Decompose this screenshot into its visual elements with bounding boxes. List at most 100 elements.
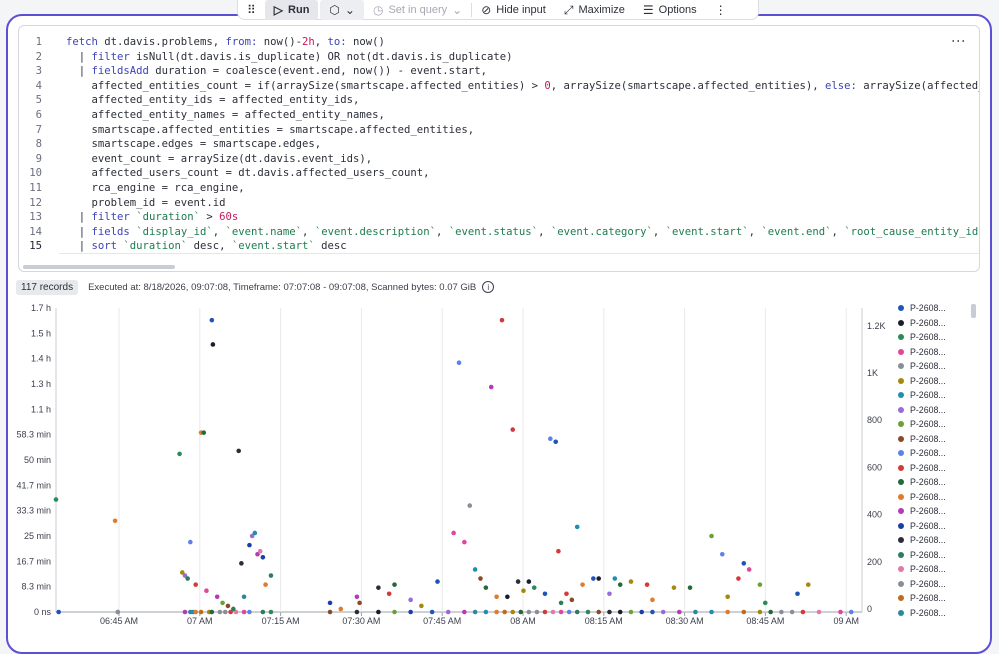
code-line[interactable]: 4 affected_entities_count = if(arraySize… (19, 79, 979, 94)
baseline-point (566, 609, 572, 615)
hide-input-label: Hide input (496, 3, 546, 16)
baseline-point (327, 609, 333, 615)
legend-item[interactable]: P-2608... (898, 490, 958, 505)
query-editor[interactable]: 1 fetch dt.davis.problems, from: now()-2h… (18, 25, 980, 272)
legend-item[interactable]: P-2608... (898, 446, 958, 461)
set-in-query-button[interactable]: ◷ Set in query ⌄ (364, 0, 471, 20)
legend-item[interactable]: P-2608... (898, 577, 958, 592)
code-line[interactable]: 12 problem_id = event.id (19, 196, 979, 211)
y-right-tick-label: 200 (867, 557, 882, 567)
legend-item[interactable]: P-2608... (898, 301, 958, 316)
data-point (241, 594, 247, 600)
legend-scrollbar[interactable] (971, 304, 976, 318)
legend-item[interactable]: P-2608... (898, 403, 958, 418)
baseline-point (741, 609, 747, 615)
code-line[interactable]: 5 affected_entity_ids = affected_entity_… (19, 93, 979, 108)
data-point (201, 430, 207, 435)
legend-swatch (898, 435, 904, 442)
code-token: 2h (302, 36, 315, 48)
run-button[interactable]: ▷ Run (264, 0, 319, 20)
legend-swatch (898, 377, 904, 384)
data-point (478, 576, 483, 581)
code-line[interactable]: 13 | filter `duration` > 60s (19, 210, 979, 225)
data-source-dropdown[interactable]: ⬡ ⌄ (320, 0, 364, 20)
drag-handle[interactable]: ⠿ (238, 0, 265, 20)
legend-item[interactable]: P-2608... (898, 330, 958, 345)
hide-input-button[interactable]: ⊘ Hide input (472, 0, 555, 20)
code-line[interactable]: 3 | fieldsAdd duration = coalesce(event.… (19, 64, 979, 79)
code-line[interactable]: 1 fetch dt.davis.problems, from: now()-2h… (19, 35, 979, 50)
legend-item[interactable]: P-2608... (898, 432, 958, 447)
data-point (268, 573, 274, 578)
line-number: 2 (35, 50, 42, 63)
horizontal-scrollbar[interactable] (23, 265, 175, 269)
legend-item[interactable]: P-2608... (898, 388, 958, 403)
code-line[interactable]: 10 affected_users_count = dt.davis.affec… (19, 166, 979, 181)
code-token: `event.description` (314, 225, 436, 238)
editor-more-icon[interactable]: ⋮ (951, 34, 967, 47)
code-lines: 1 fetch dt.davis.problems, from: now()-2h… (19, 35, 979, 254)
legend-item[interactable]: P-2608... (898, 461, 958, 476)
line-number: 8 (35, 138, 42, 151)
baseline-point (534, 609, 540, 615)
legend-item[interactable]: P-2608... (898, 562, 958, 577)
line-number: 10 (29, 167, 42, 180)
legend-item[interactable]: P-2608... (898, 359, 958, 374)
code-line[interactable]: 14 | fields `display_id`, `event.name`, … (19, 225, 979, 240)
code-line[interactable]: 9 event_count = arraySize(dt.davis.event… (19, 152, 979, 167)
legend-item[interactable]: P-2608... (898, 374, 958, 389)
baseline-point (596, 609, 602, 615)
code-token: `duration` (123, 240, 188, 253)
line-number: 15 (29, 240, 42, 253)
chevron-down-icon: ⌄ (344, 2, 355, 17)
legend-item[interactable]: P-2608... (898, 345, 958, 360)
line-number: 9 (35, 152, 42, 165)
code-token: to: (327, 36, 347, 48)
code-token: fieldsAdd (91, 65, 149, 78)
scatter-chart[interactable]: 0 ns 8.3 min 16.7 min 25 min 33.3 min 41.7 mi… (0, 300, 980, 636)
more-menu-button[interactable]: ⋮ (706, 0, 736, 20)
legend-item[interactable]: P-2608... (898, 475, 958, 490)
data-point (521, 588, 526, 594)
x-tick-label: 07:45 AM (423, 616, 461, 626)
baseline-point (56, 609, 61, 615)
data-point (357, 600, 362, 606)
y-tick-label: 25 min (24, 531, 51, 541)
legend-item[interactable]: P-2608... (898, 417, 958, 432)
legend-swatch (898, 406, 904, 413)
code-line[interactable]: 6 affected_entity_names = affected_entit… (19, 108, 979, 123)
legend-item[interactable]: P-2608... (898, 548, 958, 563)
legend-label: P-2608... (910, 390, 946, 400)
legend-swatch (898, 305, 904, 312)
options-button[interactable]: ☰ Options (634, 0, 706, 20)
code-line[interactable]: 8 smartscape.edges = smartscape.edges, (19, 137, 979, 152)
baseline-point (510, 609, 516, 615)
line-number: 11 (29, 181, 42, 194)
code-line[interactable]: 2 | filter isNull(dt.davis.is_duplicate)… (19, 50, 979, 65)
code-line[interactable]: 11 rca_engine = rca_engine, (19, 181, 979, 196)
legend-item[interactable]: P-2608... (898, 519, 958, 534)
data-point (112, 518, 118, 524)
legend-item[interactable]: P-2608... (898, 591, 958, 606)
legend-item[interactable]: P-2608... (898, 533, 958, 548)
y-tick-label: 1.7 h (31, 303, 51, 313)
y-right-tick-label: 600 (867, 462, 882, 472)
legend-item[interactable]: P-2608... (898, 504, 958, 519)
code-line[interactable]: 15 | sort `duration` desc, `event.start`… (19, 239, 979, 254)
maximize-button[interactable]: ⤢ Maximize (555, 0, 634, 20)
code-line[interactable]: 7 smartscape.affected_entities = smartsc… (19, 123, 979, 138)
legend-label: P-2608... (910, 535, 946, 545)
x-tick-label: 08:15 AM (585, 616, 623, 626)
code-token: `event.end` (761, 225, 832, 238)
legend-item[interactable]: P-2608... (898, 316, 958, 331)
code-token: , (212, 225, 226, 238)
baseline-point (392, 609, 397, 615)
info-icon[interactable]: i (482, 281, 495, 293)
data-point (354, 594, 360, 600)
data-point (483, 585, 489, 590)
code-token: filter (91, 211, 130, 224)
code-token: affected_entity_ids = affected_entity_id… (66, 94, 360, 107)
legend-label: P-2608... (910, 433, 946, 444)
legend-item[interactable]: P-2608... (898, 606, 958, 621)
chart-legend: P-2608... P-2608... P-2608... P-2608... P-26… (898, 301, 958, 620)
